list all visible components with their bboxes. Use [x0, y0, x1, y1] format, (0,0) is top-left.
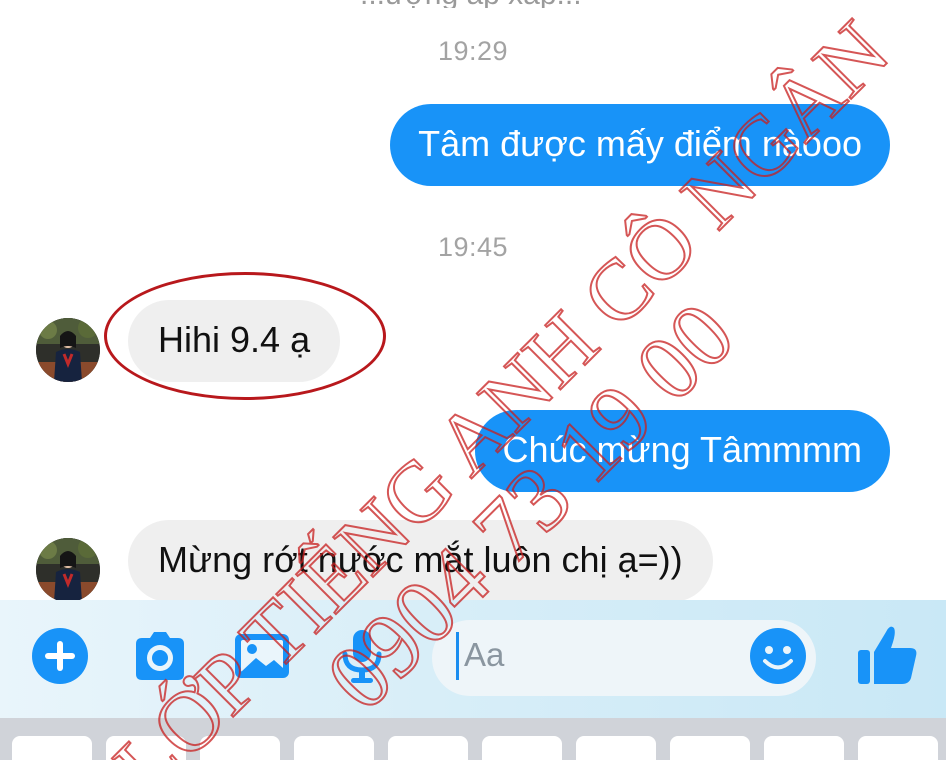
- keyboard-key[interactable]: [294, 736, 374, 776]
- thumbs-up-icon[interactable]: [856, 622, 920, 688]
- incoming-message-bubble[interactable]: Mừng rớt nước mắt luôn chị ạ=)): [128, 520, 713, 602]
- keyboard-key[interactable]: [858, 736, 938, 776]
- keyboard-key[interactable]: [482, 736, 562, 776]
- timestamp: 19:29: [437, 36, 509, 66]
- cut-off-message-text: ...ượng ấp xấp...: [360, 0, 600, 8]
- highlight-circle: [104, 272, 386, 400]
- image-icon[interactable]: [232, 626, 292, 686]
- outgoing-message-bubble[interactable]: Tâm được mấy điểm nàooo: [390, 104, 890, 186]
- avatar[interactable]: [36, 538, 100, 602]
- emoji-icon[interactable]: [748, 626, 808, 686]
- keyboard-key[interactable]: [670, 736, 750, 776]
- keyboard-key[interactable]: [200, 736, 280, 776]
- contact-photo: [36, 318, 100, 382]
- timestamp: 19:45: [437, 232, 509, 262]
- outgoing-message-bubble[interactable]: Chúc mừng Tâmmmm: [474, 410, 890, 492]
- message-input-placeholder: Aa: [464, 636, 505, 673]
- camera-icon[interactable]: [130, 626, 190, 686]
- keyboard-key[interactable]: [388, 736, 468, 776]
- plus-icon[interactable]: [30, 626, 90, 686]
- keyboard-key[interactable]: [576, 736, 656, 776]
- keyboard-key[interactable]: [12, 736, 92, 776]
- keyboard-key[interactable]: [764, 736, 844, 776]
- contact-photo: [36, 538, 100, 602]
- keyboard-key[interactable]: [106, 736, 186, 776]
- text-caret: [456, 632, 459, 680]
- avatar[interactable]: [36, 318, 100, 382]
- microphone-icon[interactable]: [332, 626, 392, 686]
